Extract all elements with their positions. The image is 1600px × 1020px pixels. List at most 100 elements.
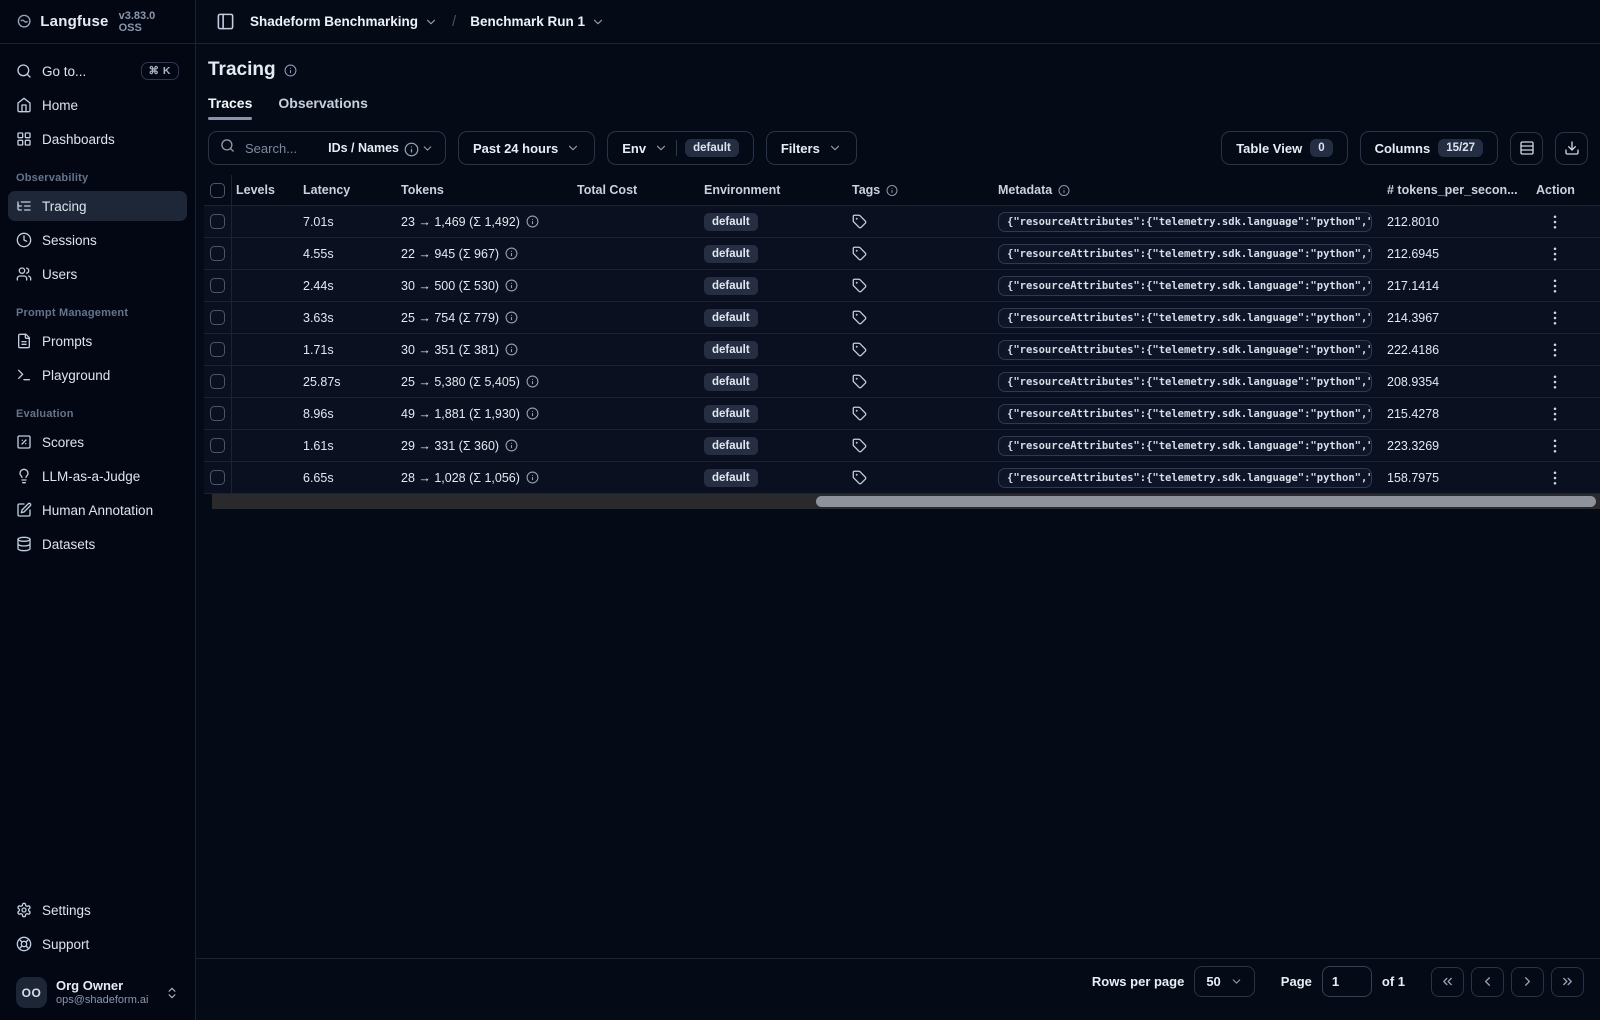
sidebar-item-sessions[interactable]: Sessions — [8, 225, 187, 255]
table-row[interactable]: 7.01s 23 → 1,469 (Σ 1,492) default {"resour… — [204, 206, 1600, 238]
kebab-menu-icon[interactable] — [1546, 213, 1564, 231]
kebab-menu-icon[interactable] — [1546, 277, 1564, 295]
metadata-preview[interactable]: {"resourceAttributes":{"telemetry.sdk.la… — [998, 339, 1372, 360]
info-icon[interactable] — [505, 247, 518, 260]
tab-traces[interactable]: Traces — [208, 95, 253, 120]
info-icon[interactable] — [284, 64, 297, 77]
row-height-button[interactable] — [1510, 131, 1543, 165]
metadata-preview[interactable]: {"resourceAttributes":{"telemetry.sdk.la… — [998, 371, 1372, 392]
sidebar-item-label: Dashboards — [42, 131, 115, 147]
sidebar-item-label: Datasets — [42, 536, 96, 552]
goto-button[interactable]: Go to... ⌘ K — [8, 56, 187, 86]
sidebar-item-home[interactable]: Home — [8, 90, 187, 120]
info-icon[interactable] — [505, 439, 518, 452]
table-view-button[interactable]: Table View 0 — [1221, 131, 1348, 165]
table-row[interactable]: 8.96s 49 → 1,881 (Σ 1,930) default {"resour… — [204, 398, 1600, 430]
sidebar-item-dashboards[interactable]: Dashboards — [8, 124, 187, 154]
kebab-menu-icon[interactable] — [1546, 437, 1564, 455]
page-number-input[interactable] — [1321, 966, 1372, 997]
horizontal-scrollbar-thumb[interactable] — [816, 496, 1596, 507]
kebab-menu-icon[interactable] — [1546, 245, 1564, 263]
select-all-checkbox[interactable] — [210, 182, 225, 198]
next-page-button[interactable] — [1511, 966, 1544, 997]
row-checkbox[interactable] — [210, 438, 225, 453]
row-checkbox[interactable] — [210, 278, 225, 293]
columns-button[interactable]: Columns 15/27 — [1359, 131, 1498, 165]
kebab-menu-icon[interactable] — [1546, 341, 1564, 359]
row-select-cell — [204, 462, 232, 493]
info-icon[interactable] — [526, 215, 539, 228]
kebab-menu-icon[interactable] — [1546, 405, 1564, 423]
info-icon[interactable] — [505, 279, 518, 292]
kebab-menu-icon[interactable] — [1546, 373, 1564, 391]
sidebar-item-llm-as-a-judge[interactable]: LLM-as-a-Judge — [8, 461, 187, 491]
sidebar-item-support[interactable]: Support — [8, 929, 187, 959]
tag-icon[interactable] — [852, 342, 867, 357]
table-row[interactable]: 1.71s 30 → 351 (Σ 381) default {"resourceAt… — [204, 334, 1600, 366]
sidebar-toggle-button[interactable] — [212, 9, 238, 35]
sidebar-item-datasets[interactable]: Datasets — [8, 529, 187, 559]
metadata-preview[interactable]: {"resourceAttributes":{"telemetry.sdk.la… — [998, 435, 1372, 456]
rows-per-page-select[interactable]: 50 — [1194, 966, 1255, 997]
info-icon[interactable] — [886, 184, 898, 196]
metadata-preview[interactable]: {"resourceAttributes":{"telemetry.sdk.la… — [998, 403, 1372, 424]
row-checkbox[interactable] — [210, 374, 225, 389]
info-icon[interactable] — [526, 407, 539, 420]
environment-filter-button[interactable]: Env default — [607, 131, 754, 165]
row-checkbox[interactable] — [210, 342, 225, 357]
table-row[interactable]: 3.63s 25 → 754 (Σ 779) default {"resourceAt… — [204, 302, 1600, 334]
sidebar-item-scores[interactable]: Scores — [8, 427, 187, 457]
table-row[interactable]: 1.61s 29 → 331 (Σ 360) default {"resourceAt… — [204, 430, 1600, 462]
export-button[interactable] — [1555, 131, 1588, 165]
row-checkbox[interactable] — [210, 246, 225, 261]
sidebar-item-users[interactable]: Users — [8, 259, 187, 289]
tag-icon[interactable] — [852, 438, 867, 453]
table-row[interactable]: 2.44s 30 → 500 (Σ 530) default {"resourceAt… — [204, 270, 1600, 302]
table-row[interactable]: 6.65s 28 → 1,028 (Σ 1,056) default {"resour… — [204, 462, 1600, 494]
metadata-preview[interactable]: {"resourceAttributes":{"telemetry.sdk.la… — [998, 307, 1372, 328]
table-row[interactable]: 25.87s 25 → 5,380 (Σ 5,405) default {"resou… — [204, 366, 1600, 398]
tag-icon[interactable] — [852, 406, 867, 421]
tag-icon[interactable] — [852, 374, 867, 389]
sidebar-item-prompts[interactable]: Prompts — [8, 326, 187, 356]
info-icon[interactable] — [526, 471, 539, 484]
breadcrumb-run[interactable]: Benchmark Run 1 — [470, 14, 605, 29]
tag-icon[interactable] — [852, 310, 867, 325]
info-icon[interactable] — [505, 311, 518, 324]
user-account-button[interactable]: OO Org Owner ops@shadeform.ai — [8, 967, 187, 1020]
first-page-button[interactable] — [1431, 966, 1464, 997]
info-icon[interactable] — [526, 375, 539, 388]
time-range-button[interactable]: Past 24 hours — [458, 131, 596, 165]
row-checkbox[interactable] — [210, 310, 225, 325]
filters-button[interactable]: Filters — [765, 131, 857, 165]
sidebar-item-human-annotation[interactable]: Human Annotation — [8, 495, 187, 525]
environment-cell: default — [700, 276, 848, 295]
kebab-menu-icon[interactable] — [1546, 309, 1564, 327]
search-mode-dropdown[interactable]: IDs / Names — [328, 141, 434, 157]
tokens-per-second-cell: 214.3967 — [1387, 310, 1440, 325]
sidebar-item-settings[interactable]: Settings — [8, 895, 187, 925]
info-icon[interactable] — [1058, 184, 1070, 196]
kebab-menu-icon[interactable] — [1546, 469, 1564, 487]
metadata-preview[interactable]: {"resourceAttributes":{"telemetry.sdk.la… — [998, 467, 1372, 488]
row-checkbox[interactable] — [210, 214, 225, 229]
sidebar-item-playground[interactable]: Playground — [8, 360, 187, 390]
row-checkbox[interactable] — [210, 406, 225, 421]
tab-observations[interactable]: Observations — [278, 95, 367, 120]
info-icon[interactable] — [505, 343, 518, 356]
tag-icon[interactable] — [852, 246, 867, 261]
previous-page-button[interactable] — [1471, 966, 1504, 997]
search-input[interactable] — [243, 139, 321, 157]
tag-icon[interactable] — [852, 214, 867, 229]
tag-icon[interactable] — [852, 470, 867, 485]
sidebar-item-tracing[interactable]: Tracing — [8, 191, 187, 221]
metadata-preview[interactable]: {"resourceAttributes":{"telemetry.sdk.la… — [998, 275, 1372, 296]
breadcrumb-project[interactable]: Shadeform Benchmarking — [250, 14, 438, 29]
metadata-preview[interactable]: {"resourceAttributes":{"telemetry.sdk.la… — [998, 243, 1372, 264]
table-row[interactable]: 4.55s 22 → 945 (Σ 967) default {"resourceAt… — [204, 238, 1600, 270]
metadata-preview[interactable]: {"resourceAttributes":{"telemetry.sdk.la… — [998, 211, 1372, 232]
row-checkbox[interactable] — [210, 470, 225, 485]
tag-icon[interactable] — [852, 278, 867, 293]
action-cell — [1532, 277, 1600, 295]
last-page-button[interactable] — [1551, 966, 1584, 997]
